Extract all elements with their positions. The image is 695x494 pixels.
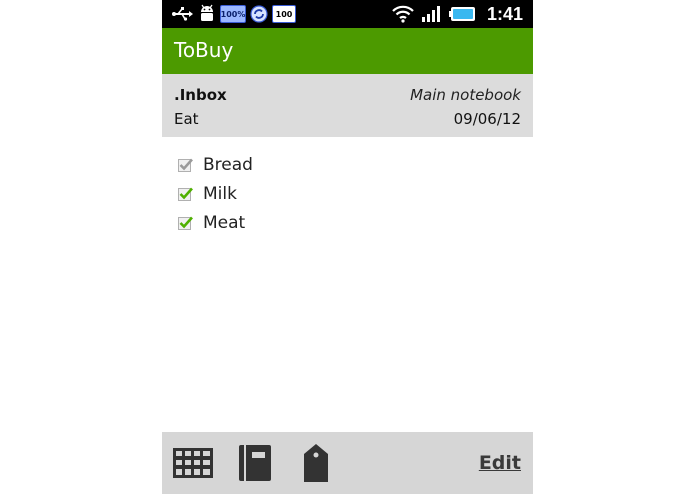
app-title-bar: ToBuy [162, 28, 533, 74]
checkmark-icon[interactable] [178, 215, 194, 231]
checklist-item-label: Bread [203, 154, 253, 175]
signal-icon [421, 5, 443, 23]
checklist: Bread Milk Meat [178, 150, 518, 237]
bottom-toolbar: Edit [162, 432, 533, 494]
checklist-item[interactable]: Bread [178, 150, 518, 179]
edit-button[interactable]: Edit [479, 452, 521, 474]
clock: 1:41 [486, 3, 523, 24]
sync-icon [250, 5, 268, 23]
note-date: 09/06/12 [453, 110, 521, 128]
checkmark-icon[interactable] [178, 186, 194, 202]
tag-icon[interactable] [304, 444, 328, 482]
note-info-header[interactable]: .Inbox Main notebook Eat 09/06/12 [162, 74, 533, 137]
checklist-item[interactable]: Milk [178, 179, 518, 208]
battery-icon [448, 6, 477, 22]
status-notifications: 100% 100 [172, 4, 296, 24]
checklist-item-label: Milk [203, 183, 237, 204]
sdcard-status-icon: 100% [220, 5, 246, 23]
battery-level-badge: 100 [272, 5, 296, 23]
notebook-icon[interactable] [239, 445, 271, 481]
grid-icon[interactable] [173, 448, 213, 478]
notebook-name: Main notebook [410, 86, 521, 104]
checklist-item[interactable]: Meat [178, 208, 518, 237]
wifi-icon [391, 5, 415, 23]
app-title: ToBuy [174, 38, 234, 62]
checkmark-icon[interactable] [178, 157, 194, 173]
phone-screen: 100% 100 1:41 ToBuy .Inbox Main notebook… [162, 0, 533, 494]
status-system: 1:41 [391, 4, 523, 24]
status-bar: 100% 100 1:41 [162, 0, 533, 28]
android-debug-icon [198, 4, 216, 24]
folder-name: .Inbox [174, 86, 227, 104]
usb-icon [172, 7, 194, 21]
note-title: Eat [174, 110, 199, 128]
checklist-item-label: Meat [203, 212, 246, 233]
